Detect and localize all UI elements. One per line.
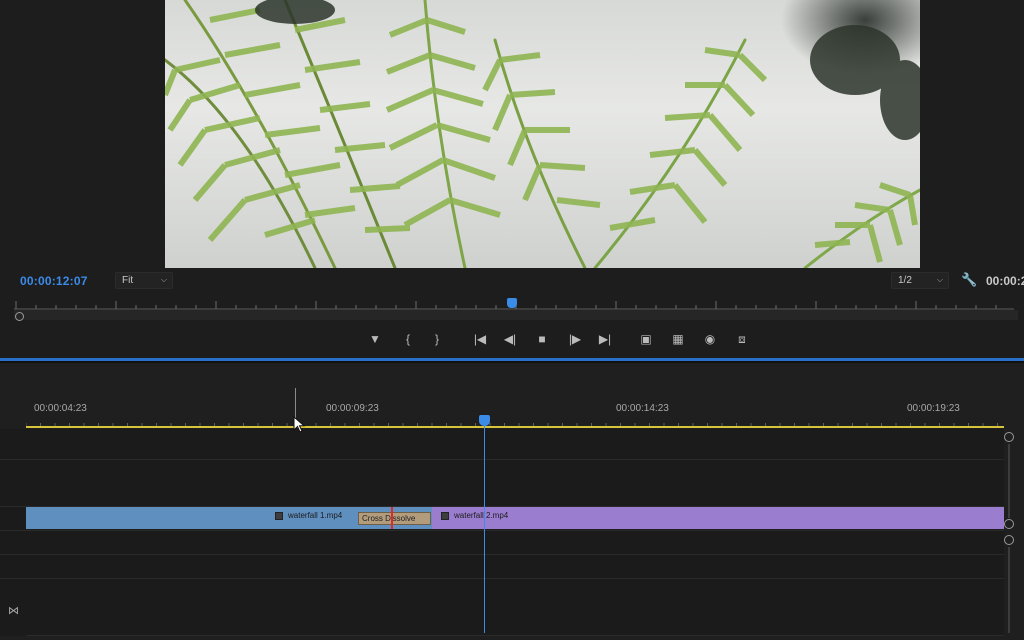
video-track-2[interactable] (26, 460, 1004, 507)
timeline-playhead-line[interactable] (484, 419, 485, 633)
scroll-handle-icon[interactable] (1004, 432, 1014, 442)
time-label: 00:00:09:23 (326, 403, 379, 414)
premiere-editor: 00:00:12:07 Fit ⌵ 1/2 ⌵ 🔧 00:00:2 ▼ { } (0, 0, 1024, 640)
mark-in-icon[interactable]: { (398, 330, 418, 348)
step-forward-icon[interactable]: |▶ (565, 330, 585, 348)
scroll-track[interactable] (1008, 547, 1010, 633)
current-timecode[interactable]: 00:00:12:07 (20, 274, 88, 288)
time-label: 00:00:04:23 (34, 403, 87, 414)
audio-track-1[interactable] (26, 531, 1004, 555)
insert-icon[interactable]: ▣ (636, 330, 656, 348)
resolution-value: 1/2 (898, 275, 912, 286)
stop-icon[interactable]: ■ (532, 330, 552, 348)
monitor-playhead[interactable] (507, 298, 517, 308)
wrench-icon[interactable]: 🔧 (961, 272, 977, 288)
track-header[interactable] (0, 429, 26, 460)
clip-label: waterfall 2.mp4 (441, 511, 508, 520)
timeline-playhead[interactable] (479, 415, 490, 426)
add-marker-icon[interactable]: ▼ (365, 330, 385, 348)
camera-icon[interactable]: ◉ (700, 330, 720, 348)
playback-resolution-select[interactable]: 1/2 ⌵ (891, 272, 949, 289)
monitor-controls-bar: 00:00:12:07 Fit ⌵ 1/2 ⌵ 🔧 00:00:2 (0, 268, 1024, 294)
overwrite-icon[interactable]: ▦ (668, 330, 688, 348)
track-header[interactable] (0, 531, 26, 555)
cross-dissolve-transition[interactable]: Cross Dissolve (358, 512, 431, 525)
video-track-3[interactable] (26, 429, 1004, 460)
clip-name: waterfall 2.mp4 (454, 511, 509, 520)
track-header[interactable] (0, 460, 26, 507)
step-back-icon[interactable]: ◀| (500, 330, 520, 348)
edit-point-marker[interactable] (391, 507, 393, 529)
timeline-time-labels: 00:00:04:23 00:00:09:23 00:00:14:23 00:0… (0, 403, 1024, 417)
audio-track-3[interactable] (26, 579, 1004, 636)
track-header[interactable] (0, 507, 26, 531)
compare-view-icon[interactable]: ⧈ (732, 330, 752, 348)
go-to-out-icon[interactable]: ▶| (595, 330, 615, 348)
audio-track-2[interactable] (26, 555, 1004, 579)
time-label: 00:00:19:23 (907, 403, 960, 414)
video-preview (165, 0, 920, 268)
scroll-track[interactable] (1008, 444, 1010, 518)
mark-out-icon[interactable]: } (427, 330, 447, 348)
timeline-panel: 00:00:04:23 00:00:09:23 00:00:14:23 00:0… (0, 363, 1024, 640)
monitor-scrub-bar[interactable] (14, 310, 1018, 320)
fx-icon (275, 511, 283, 520)
clip-name: waterfall 1.mp4 (288, 511, 343, 520)
clip-waterfall-2[interactable]: waterfall 2.mp4 (432, 507, 1004, 529)
clip-label: waterfall 1.mp4 (275, 511, 342, 520)
scroll-handle-icon[interactable] (1004, 519, 1014, 529)
fx-icon (441, 511, 449, 520)
program-monitor: 00:00:12:07 Fit ⌵ 1/2 ⌵ 🔧 00:00:2 ▼ { } (0, 0, 1024, 358)
zoom-level-value: Fit (122, 275, 134, 286)
chevron-down-icon: ⌵ (160, 275, 167, 284)
bowtie-icon[interactable]: ⋈ (8, 604, 19, 617)
time-label: 00:00:14:23 (616, 403, 669, 414)
work-area-bar[interactable] (26, 426, 1004, 428)
go-to-in-icon[interactable]: |◀ (470, 330, 490, 348)
chevron-down-icon: ⌵ (936, 275, 943, 284)
zoom-level-select[interactable]: Fit ⌵ (115, 272, 173, 289)
duration-timecode: 00:00:2 (986, 274, 1024, 288)
track-header[interactable] (0, 555, 26, 579)
scroll-handle-icon[interactable] (1004, 535, 1014, 545)
mouse-cursor-icon (293, 416, 306, 433)
fern-video-frame (165, 0, 920, 268)
transport-controls: ▼ { } |◀ ◀| ■ |▶ ▶| ▣ ▦ ◉ ⧈ (0, 328, 1024, 350)
zoom-handle-icon[interactable] (15, 312, 24, 321)
